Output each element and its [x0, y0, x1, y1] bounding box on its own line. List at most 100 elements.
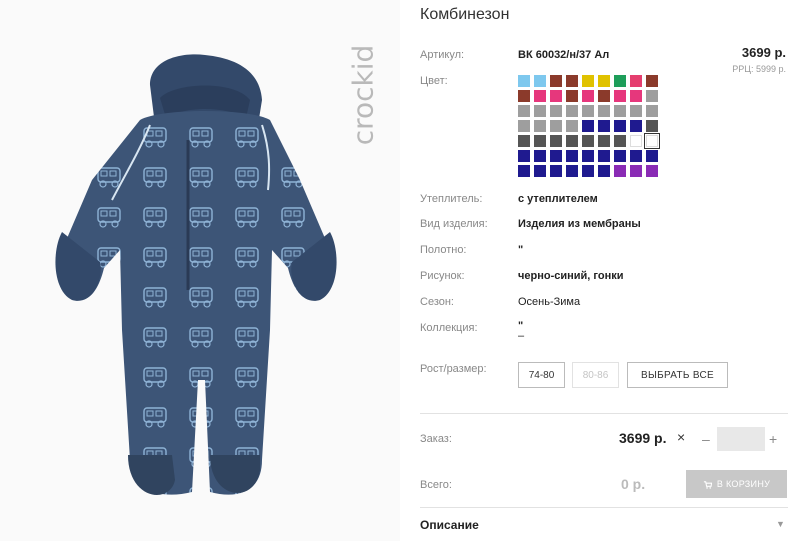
color-swatch[interactable]	[518, 120, 530, 132]
color-swatch[interactable]	[598, 75, 610, 87]
color-swatch[interactable]	[582, 75, 594, 87]
color-swatch[interactable]	[630, 90, 642, 102]
select-all-sizes-button[interactable]: ВЫБРАТЬ ВСЕ	[627, 362, 728, 388]
color-swatch[interactable]	[630, 75, 642, 87]
order-price: 3699 р.	[619, 430, 667, 446]
jumpsuit-image	[55, 54, 337, 495]
size-option-74-80[interactable]: 74-80	[518, 362, 565, 388]
total-label: Всего:	[420, 479, 452, 491]
color-swatch[interactable]	[518, 165, 530, 177]
size-option-80-86[interactable]: 80-86	[572, 362, 619, 388]
color-swatch[interactable]	[566, 75, 578, 87]
product-price: 3699 р.	[741, 45, 786, 60]
color-swatch[interactable]	[582, 135, 594, 147]
size-label: Рост/размер:	[420, 363, 487, 375]
pattern-label: Рисунок:	[420, 270, 465, 282]
color-swatch[interactable]	[614, 105, 626, 117]
color-swatch[interactable]	[534, 105, 546, 117]
color-swatch[interactable]	[630, 135, 642, 147]
description-toggle[interactable]: Описание	[420, 518, 479, 532]
color-swatch[interactable]	[614, 150, 626, 162]
color-swatch[interactable]	[646, 75, 658, 87]
cart-icon	[703, 480, 712, 489]
color-swatch[interactable]	[582, 105, 594, 117]
divider	[420, 413, 788, 414]
increment-button[interactable]: +	[769, 431, 777, 447]
product-page: crockid Комбинезон Артикул: ВК 60032/н/3…	[0, 0, 800, 541]
brand-logo-text: crockid	[346, 44, 380, 146]
add-to-cart-label: В КОРЗИНУ	[716, 479, 771, 489]
color-label: Цвет:	[420, 75, 448, 87]
color-swatch[interactable]	[614, 135, 626, 147]
type-value: Изделия из мембраны	[518, 218, 641, 230]
color-swatch[interactable]	[534, 150, 546, 162]
collection-label: Коллекция:	[420, 322, 478, 334]
color-swatch[interactable]	[566, 90, 578, 102]
color-swatch-selected[interactable]	[644, 133, 660, 149]
color-swatch[interactable]	[630, 150, 642, 162]
color-swatch[interactable]	[518, 75, 530, 87]
color-swatch[interactable]	[550, 135, 562, 147]
color-swatch[interactable]	[566, 165, 578, 177]
color-swatch[interactable]	[614, 120, 626, 132]
color-swatch[interactable]	[550, 105, 562, 117]
color-swatch[interactable]	[598, 150, 610, 162]
color-swatch[interactable]	[582, 90, 594, 102]
remove-order-icon[interactable]: ×	[677, 429, 685, 445]
color-swatch-grid	[518, 75, 668, 177]
color-swatch[interactable]	[534, 135, 546, 147]
color-swatch[interactable]	[598, 105, 610, 117]
chevron-down-icon[interactable]: ▼	[776, 519, 785, 529]
color-swatch[interactable]	[646, 165, 658, 177]
order-label: Заказ:	[420, 433, 452, 445]
article-value: ВК 60032/н/37 Ал	[518, 49, 610, 61]
color-swatch[interactable]	[630, 105, 642, 117]
color-swatch[interactable]	[534, 90, 546, 102]
color-swatch[interactable]	[566, 150, 578, 162]
color-swatch[interactable]	[598, 90, 610, 102]
fabric-value: "	[518, 244, 524, 256]
color-swatch[interactable]	[630, 120, 642, 132]
color-swatch[interactable]	[566, 120, 578, 132]
color-swatch[interactable]	[566, 135, 578, 147]
color-swatch[interactable]	[518, 90, 530, 102]
color-swatch[interactable]	[518, 105, 530, 117]
color-swatch[interactable]	[614, 165, 626, 177]
brand-logo: crockid	[346, 30, 380, 160]
rrc-price: РРЦ: 5999 р.	[732, 64, 786, 74]
collection-value-2: –	[518, 330, 525, 342]
color-swatch[interactable]	[646, 150, 658, 162]
color-swatch[interactable]	[550, 165, 562, 177]
color-swatch[interactable]	[518, 150, 530, 162]
product-details: Комбинезон Артикул: ВК 60032/н/37 Ал 369…	[420, 0, 800, 541]
color-swatch[interactable]	[614, 90, 626, 102]
color-swatch[interactable]	[534, 120, 546, 132]
article-label: Артикул:	[420, 49, 465, 61]
color-swatch[interactable]	[550, 120, 562, 132]
color-swatch[interactable]	[598, 120, 610, 132]
color-swatch[interactable]	[550, 75, 562, 87]
product-photo[interactable]: crockid	[0, 0, 400, 541]
color-swatch[interactable]	[550, 90, 562, 102]
color-swatch[interactable]	[630, 165, 642, 177]
color-swatch[interactable]	[582, 120, 594, 132]
insulation-value: с утеплителем	[518, 193, 598, 205]
color-swatch[interactable]	[534, 75, 546, 87]
color-swatch[interactable]	[550, 150, 562, 162]
color-swatch[interactable]	[534, 165, 546, 177]
color-swatch[interactable]	[646, 90, 658, 102]
color-swatch[interactable]	[614, 75, 626, 87]
add-to-cart-button[interactable]: В КОРЗИНУ	[686, 470, 787, 498]
season-label: Сезон:	[420, 296, 454, 308]
color-swatch[interactable]	[518, 135, 530, 147]
color-swatch[interactable]	[646, 120, 658, 132]
color-swatch[interactable]	[598, 135, 610, 147]
color-swatch[interactable]	[582, 150, 594, 162]
quantity-input[interactable]	[717, 427, 765, 451]
color-swatch[interactable]	[646, 105, 658, 117]
color-swatch[interactable]	[598, 165, 610, 177]
color-swatch[interactable]	[566, 105, 578, 117]
total-value: 0 р.	[621, 476, 646, 492]
decrement-button[interactable]: –	[702, 431, 710, 447]
color-swatch[interactable]	[582, 165, 594, 177]
